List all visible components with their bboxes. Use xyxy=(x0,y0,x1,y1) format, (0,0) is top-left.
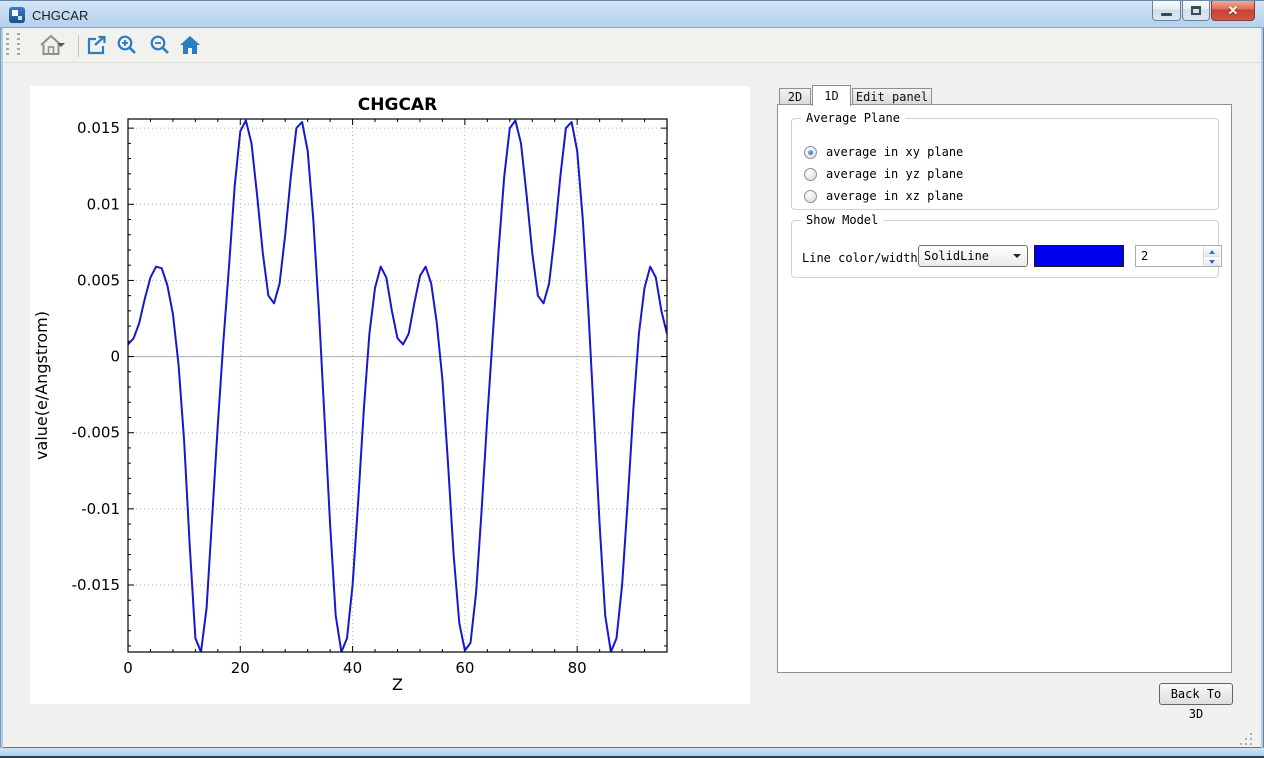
export-button[interactable] xyxy=(83,32,109,58)
y-tick-label: -0.005 xyxy=(72,424,120,442)
tab-2d[interactable]: 2D xyxy=(779,88,811,105)
average-plane-legend: Average Plane xyxy=(801,111,905,125)
window-title: CHGCAR xyxy=(32,8,88,23)
window-border-left xyxy=(0,28,3,748)
spin-buttons xyxy=(1203,247,1220,265)
x-tick-label: 40 xyxy=(343,659,362,677)
y-axis-label: value(e/Angstrom) xyxy=(32,311,51,460)
radio-label-xz: average in xz plane xyxy=(826,189,963,203)
spin-down-button[interactable] xyxy=(1204,257,1220,266)
arrow-down-icon xyxy=(1209,260,1215,267)
line-width-spinbox[interactable]: 2 xyxy=(1135,245,1222,267)
toolbar-separator xyxy=(78,35,79,57)
arrow-up-icon xyxy=(1209,247,1215,254)
chevron-down-icon xyxy=(57,43,65,51)
minimize-button[interactable] xyxy=(1152,1,1181,21)
y-tick-label: -0.01 xyxy=(81,500,120,518)
resize-grip[interactable] xyxy=(1240,733,1254,747)
export-icon xyxy=(86,35,107,55)
line-color-button[interactable] xyxy=(1034,245,1124,267)
app-window: CHGCAR ✕ xyxy=(0,0,1264,758)
radio-average-xy[interactable] xyxy=(804,146,817,159)
y-tick-label: 0.015 xyxy=(77,119,120,137)
radio-label-yz: average in yz plane xyxy=(826,167,963,181)
radio-average-xz[interactable] xyxy=(804,190,817,203)
radio-row-xz[interactable]: average in xz plane xyxy=(804,189,963,203)
y-tick-label: 0.01 xyxy=(87,195,120,213)
zoom-out-icon xyxy=(149,34,171,56)
x-axis-label: Z xyxy=(392,675,403,694)
y-tick-label: 0 xyxy=(110,348,120,366)
x-tick-label: 80 xyxy=(568,659,587,677)
radio-dot xyxy=(808,150,813,155)
average-plane-groupbox: Average Plane average in xy plane averag… xyxy=(791,118,1219,210)
chevron-down-icon xyxy=(1013,254,1021,262)
maximize-icon xyxy=(1191,6,1201,15)
zoom-in-button[interactable] xyxy=(114,32,140,58)
title-bar[interactable]: CHGCAR ✕ xyxy=(0,0,1264,28)
x-tick-label: 60 xyxy=(455,659,474,677)
chart-svg[interactable]: 0 20 40 60 80 0.015 0.01 0.005 0 -0.005 -0.01 -0.01… xyxy=(30,86,750,704)
close-icon: ✕ xyxy=(1228,2,1239,20)
show-model-legend: Show Model xyxy=(801,213,883,227)
line-style-select[interactable]: SolidLine xyxy=(918,245,1028,267)
toolbar-grip[interactable] xyxy=(17,33,20,58)
line-width-value: 2 xyxy=(1141,249,1148,263)
data-line xyxy=(128,121,667,653)
zoom-in-icon xyxy=(116,34,138,56)
tab-edit-panel[interactable]: Edit panel xyxy=(852,88,932,105)
home-button[interactable] xyxy=(177,32,203,58)
close-button[interactable]: ✕ xyxy=(1211,1,1255,21)
plot-canvas[interactable]: 0 20 40 60 80 0.015 0.01 0.005 0 -0.005 -0.01 -0.01… xyxy=(30,86,750,704)
radio-average-yz[interactable] xyxy=(804,168,817,181)
tab-page-1d: Average Plane average in xy plane averag… xyxy=(777,104,1232,673)
x-tick-label: 0 xyxy=(123,659,133,677)
spin-up-button[interactable] xyxy=(1204,247,1220,257)
window-border-bottom xyxy=(0,747,1264,758)
line-color-width-label: Line color/width xyxy=(802,251,918,265)
y-tick-label: -0.015 xyxy=(72,576,120,594)
x-tick-label: 20 xyxy=(231,659,250,677)
chart-title: CHGCAR xyxy=(358,95,437,115)
zoom-out-button[interactable] xyxy=(147,32,173,58)
minimize-icon xyxy=(1161,13,1172,16)
navigation-toolbar xyxy=(1,28,1263,63)
y-tick-label: 0.005 xyxy=(77,271,120,289)
maximize-button[interactable] xyxy=(1182,1,1210,21)
toolbar-grip[interactable] xyxy=(6,33,9,58)
home-icon xyxy=(179,35,201,55)
home-menu-button[interactable] xyxy=(31,32,71,58)
back-to-3d-button[interactable]: Back To 3D xyxy=(1159,683,1233,705)
line-style-value: SolidLine xyxy=(924,249,989,263)
radio-label-xy: average in xy plane xyxy=(826,145,963,159)
radio-row-xy[interactable]: average in xy plane xyxy=(804,145,963,159)
show-model-groupbox: Show Model Line color/width SolidLine 2 xyxy=(791,220,1219,278)
tab-1d[interactable]: 1D xyxy=(812,85,851,106)
app-icon xyxy=(9,7,25,23)
radio-row-yz[interactable]: average in yz plane xyxy=(804,167,963,181)
